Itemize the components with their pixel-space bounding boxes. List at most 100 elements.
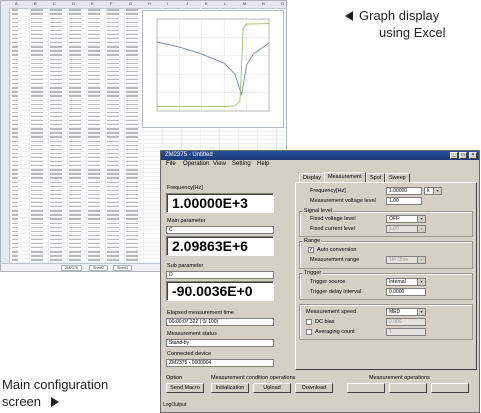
cell-value (126, 74, 138, 77)
menu-operation[interactable]: Operation (183, 161, 209, 167)
cell-value (126, 247, 138, 249)
cell-value (126, 115, 138, 118)
cell-value (107, 107, 119, 110)
cell-value (107, 177, 119, 179)
cell-value (31, 21, 43, 23)
cell-value (50, 74, 62, 77)
trigger-source-select[interactable]: Internal ▾ (386, 278, 426, 286)
grid-line (29, 8, 30, 264)
tab-sweep[interactable]: Sweep (385, 173, 410, 182)
cell-value (126, 197, 138, 200)
cell-value (31, 169, 43, 171)
cell-value (31, 107, 43, 110)
menu-view[interactable]: View (213, 161, 226, 167)
cell-value (12, 144, 18, 146)
cell-value (126, 124, 138, 126)
cell-value (50, 243, 62, 245)
chevron-down-icon: ▾ (417, 309, 425, 315)
cell-value (12, 214, 18, 216)
log-output-label: LogOutput (163, 402, 187, 408)
cell-value (12, 58, 18, 60)
close-icon[interactable]: × (469, 152, 477, 159)
menu-setting[interactable]: Setting (232, 161, 251, 167)
cell-value (31, 152, 43, 155)
cell-value (69, 107, 81, 110)
menu-bar: File Operation View Setting Help (161, 160, 479, 171)
cell-value (126, 58, 138, 60)
sheet-tab[interactable]: Sheet3 (113, 265, 133, 271)
minimize-icon[interactable]: _ (450, 152, 458, 159)
cell-value (107, 259, 119, 261)
freq-unit-select[interactable]: k ▾ (424, 187, 442, 195)
cell-value (12, 161, 18, 163)
cell-value (88, 156, 100, 159)
measure-op-button[interactable] (389, 383, 427, 393)
send-macro-button[interactable]: Send Macro (166, 383, 204, 393)
cell-value (12, 156, 18, 159)
tab-spot[interactable]: Spot (366, 173, 386, 182)
tab-display[interactable]: Display (299, 173, 326, 182)
averaging-checkbox[interactable] (306, 329, 312, 335)
averaging-input[interactable]: 1 (386, 328, 426, 336)
sub-parameter-select[interactable]: D (166, 271, 274, 279)
sheet-tab[interactable]: ZM2375 (61, 265, 82, 271)
cell-value (31, 91, 43, 93)
download-button[interactable]: Download (295, 383, 333, 393)
cell-value (31, 74, 43, 77)
main-parameter-select[interactable]: C (166, 226, 274, 234)
cell-value (50, 99, 62, 101)
freq-unit-value: k (427, 188, 430, 194)
dc-bias-checkbox[interactable] (306, 319, 312, 325)
left-arrow-icon (345, 11, 353, 21)
cell-value (12, 169, 18, 171)
cell-value (88, 148, 100, 151)
fixed-current-select[interactable]: 1.00 ▾ (386, 225, 426, 233)
sheet-tab[interactable]: Sheet2 (89, 265, 109, 271)
cell-value (31, 136, 43, 138)
right-arrow-icon (51, 397, 59, 407)
maximize-icon[interactable]: □ (459, 152, 467, 159)
cell-value (107, 189, 119, 192)
column-letter: D (72, 1, 75, 6)
cell-value (107, 115, 119, 118)
cell-value (31, 214, 43, 216)
cell-value (126, 169, 138, 171)
column-letter: J (186, 1, 188, 6)
dc-bias-label: DC bias (315, 319, 335, 325)
dc-bias-input[interactable]: 0.000 (386, 318, 426, 326)
measure-op-button[interactable] (431, 383, 469, 393)
grid-line (10, 8, 11, 264)
menu-file[interactable]: File (166, 161, 176, 167)
fixed-voltage-select[interactable]: OFF ▾ (386, 215, 426, 223)
freq-setting-input[interactable]: 1.00000 (386, 187, 422, 195)
trigger-delay-input[interactable]: 0.0000 (386, 288, 426, 296)
cell-value (88, 29, 100, 32)
cell-value (69, 128, 81, 130)
signal-level-heading: Signal level (303, 208, 334, 214)
cell-value (31, 202, 43, 204)
cell-value (126, 9, 138, 11)
upload-button[interactable]: Upload (253, 383, 291, 393)
meas-voltage-input[interactable]: 1.00 (386, 197, 422, 205)
cell-value (126, 234, 138, 237)
cell-value (88, 144, 100, 146)
measure-op-button[interactable] (347, 383, 385, 393)
cell-value (126, 173, 138, 175)
column-letter: O (281, 1, 285, 6)
meas-speed-select[interactable]: MED ▾ (386, 308, 426, 316)
cell-value (126, 156, 138, 159)
initialization-button[interactable]: Initialization (211, 383, 249, 393)
cell-value (12, 189, 18, 192)
menu-help[interactable]: Help (257, 161, 269, 167)
cell-value (50, 214, 62, 216)
meas-range-select[interactable]: 1M Ohm ▾ (386, 256, 426, 264)
cell-value (69, 185, 81, 187)
auto-conversion-checkbox[interactable]: ✓ (308, 247, 314, 253)
cell-value (69, 177, 81, 179)
cell-value (126, 259, 138, 261)
cell-value (12, 115, 18, 118)
cell-value (126, 152, 138, 155)
cell-value (126, 91, 138, 93)
tab-measurement[interactable]: Measurement (324, 172, 366, 182)
meas-range-label: Measurement range (310, 257, 360, 263)
